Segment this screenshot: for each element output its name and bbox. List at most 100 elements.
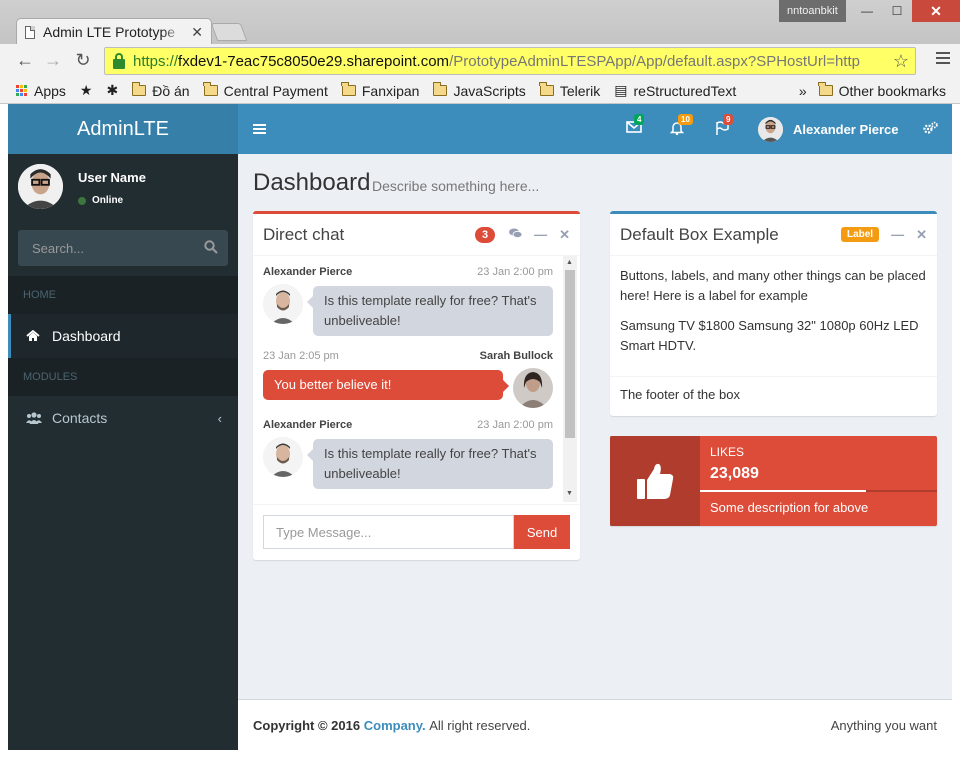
bookmark-folder[interactable]: Đồ án <box>131 82 190 99</box>
sidebar: User Name Online Search... HOME Dashboar… <box>8 154 238 750</box>
bookmark-label: Đồ án <box>152 82 190 99</box>
box-tools: 3 — ✕ <box>474 226 570 243</box>
more-bookmarks-icon[interactable]: » <box>799 83 807 99</box>
top-navbar: 4 10 9 Alexander Pierce <box>238 104 952 154</box>
chat-footer: Type Message... Send <box>253 504 580 559</box>
maximize-icon[interactable]: ☐ <box>882 0 912 22</box>
sidebar-item-contacts[interactable]: Contacts ‹ <box>8 396 238 440</box>
message-author: Alexander Pierce <box>263 419 353 431</box>
send-button[interactable]: Send <box>514 515 570 549</box>
new-tab-button[interactable] <box>210 23 248 41</box>
scroll-thumb[interactable] <box>565 270 575 438</box>
title-bar: Admin LTE Prototype ✕ nntoanbkit — ☐ ✕ <box>0 0 960 45</box>
window-controls: — ☐ ✕ <box>852 0 960 22</box>
bookmark-label: JavaScripts <box>453 82 526 99</box>
user-menu[interactable]: Alexander Pierce <box>758 117 899 142</box>
sidebar-user-name: User Name <box>78 170 146 185</box>
main-content: Dashboard Describe something here... Dir… <box>238 154 952 750</box>
browser-menu-icon[interactable] <box>936 52 950 66</box>
collapse-icon[interactable]: — <box>534 227 547 242</box>
progress-description: Some description for above <box>710 500 869 515</box>
copyright-text: Copyright © 2016 <box>253 717 361 733</box>
bookmark-page[interactable]: ▤ reStructuredText <box>614 82 736 99</box>
forward-icon[interactable]: → <box>42 50 64 71</box>
app-logo[interactable]: AdminLTE <box>8 104 238 154</box>
close-icon[interactable]: ✕ <box>559 227 570 243</box>
box-header: Direct chat 3 — ✕ <box>253 214 580 256</box>
box-paragraph: Samsung TV $1800 Samsung 32" 1080p 60Hz … <box>620 318 919 353</box>
search-input[interactable]: Search... <box>32 241 84 256</box>
user-name: Alexander Pierce <box>793 122 899 137</box>
star-bookmark-icon[interactable]: ★ <box>80 82 93 99</box>
comments-icon[interactable] <box>509 227 523 242</box>
chat-message: Alexander Pierce 23 Jan 2:00 pm Is this … <box>263 266 553 336</box>
sidebar-item-dashboard[interactable]: Dashboard <box>8 314 238 358</box>
browser-tab[interactable]: Admin LTE Prototype ✕ <box>16 18 212 45</box>
info-box-text: Likes <box>710 445 745 459</box>
sidebar-search[interactable]: Search... <box>18 230 228 266</box>
flag-icon[interactable]: 9 <box>715 114 734 135</box>
chat-bubble: Is this template really for free? That's… <box>307 439 553 489</box>
messages-icon[interactable]: 4 <box>626 114 645 135</box>
adminlte-app: AdminLTE 4 10 9 Alexander Pierce User Na… <box>8 104 952 750</box>
bookmark-folder[interactable]: JavaScripts <box>432 82 526 99</box>
chat-scrollbar[interactable]: ▲ ▼ <box>563 256 577 502</box>
minimize-icon[interactable]: — <box>852 0 882 22</box>
tab-close-icon[interactable]: ✕ <box>191 24 203 41</box>
profile-name[interactable]: nntoanbkit <box>779 0 846 22</box>
tab-title: Admin LTE Prototype <box>43 24 176 40</box>
bookmark-folder[interactable]: Fanxipan <box>341 82 419 99</box>
close-icon[interactable]: ✕ <box>916 227 927 243</box>
folder-icon <box>432 82 448 96</box>
label-badge: Label <box>840 227 880 242</box>
avatar <box>513 368 553 408</box>
other-bookmarks[interactable]: Other bookmarks <box>818 82 946 99</box>
bookmark-star-icon[interactable]: ☆ <box>893 51 909 72</box>
box-tools: Label — ✕ <box>840 227 927 243</box>
avatar <box>263 437 303 477</box>
url-text[interactable]: https://fxdev1-7eac75c8050e29.sharepoint… <box>133 53 889 70</box>
chat-messages: Alexander Pierce 23 Jan 2:00 pm Is this … <box>253 256 580 504</box>
extension-puzzle-icon[interactable]: ✱ <box>106 82 118 99</box>
box-footer: The footer of the box <box>610 376 937 412</box>
page-icon: ▤ <box>614 82 628 98</box>
document-icon <box>25 25 35 39</box>
user-status: Online <box>78 195 123 206</box>
address-bar[interactable]: https://fxdev1-7eac75c8050e29.sharepoint… <box>104 47 916 75</box>
company-link[interactable]: Company. <box>364 718 426 733</box>
online-dot-icon <box>78 196 86 205</box>
sidebar-toggle-icon[interactable] <box>253 124 266 136</box>
scroll-down-icon[interactable]: ▼ <box>566 490 573 497</box>
page-title: Dashboard <box>253 169 371 196</box>
bookmark-folder[interactable]: Central Payment <box>203 82 328 99</box>
gears-icon[interactable] <box>922 121 938 135</box>
direct-chat-box: Direct chat 3 — ✕ Alexander Pierce 23 Ja… <box>253 211 580 560</box>
folder-icon <box>341 82 356 96</box>
message-author: Alexander Pierce <box>263 266 353 278</box>
user-panel: User Name Online <box>18 164 228 212</box>
messages-badge: 4 <box>634 114 645 125</box>
chat-message: Alexander Pierce 23 Jan 2:00 pm Is this … <box>263 419 553 489</box>
bookmark-folder[interactable]: Telerik <box>539 82 601 99</box>
bookmark-label: Apps <box>34 82 66 99</box>
message-author: Sarah Bullock <box>479 350 553 362</box>
chevron-left-icon[interactable]: ‹ <box>218 411 222 426</box>
back-icon[interactable]: ← <box>14 50 36 71</box>
message-input[interactable]: Type Message... <box>263 515 514 549</box>
bookmarks-bar: Apps ★ ✱ Đồ án Central Payment Fanxipan … <box>0 78 960 103</box>
chat-bubble: You better believe it! <box>263 370 509 400</box>
new-messages-badge: 3 <box>474 226 496 243</box>
scroll-up-icon[interactable]: ▲ <box>566 259 573 266</box>
close-window-icon[interactable]: ✕ <box>912 0 960 22</box>
sidebar-header-modules: MODULES <box>8 358 238 396</box>
collapse-icon[interactable]: — <box>891 227 904 242</box>
bookmark-label: Telerik <box>559 82 601 99</box>
avatar <box>758 117 783 142</box>
browser-toolbar: ← → ↻ https://fxdev1-7eac75c8050e29.shar… <box>0 44 960 78</box>
bell-icon[interactable]: 10 <box>669 114 693 136</box>
bookmark-apps[interactable]: Apps <box>16 83 66 99</box>
reload-icon[interactable]: ↻ <box>72 50 94 71</box>
chat-bubble: Is this template really for free? That's… <box>307 286 553 336</box>
search-icon[interactable] <box>204 239 218 257</box>
folder-icon <box>131 82 147 96</box>
